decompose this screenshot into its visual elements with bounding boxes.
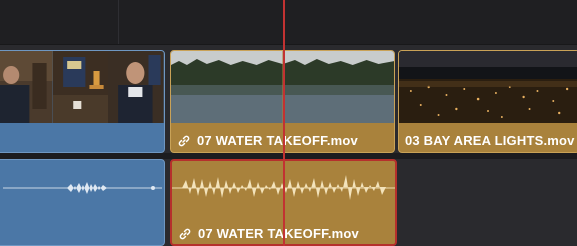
- link-icon: [179, 228, 191, 239]
- interview-clip[interactable]: [0, 50, 165, 153]
- interview-thumbnail-3: [108, 51, 164, 123]
- water-takeoff-thumbnail-1: [171, 51, 283, 123]
- video-track-v1: 07 WATER TAKEOFF.mov 03 BAY AREA LIGHTS.…: [0, 45, 577, 153]
- interview-thumbnails: [0, 51, 164, 123]
- interview-thumbnail-2: [52, 51, 109, 123]
- bay-area-lights-video-label-row: 03 BAY AREA LIGHTS.mov: [405, 133, 575, 148]
- bay-area-lights-thumbnail: [399, 51, 577, 123]
- interview-audio[interactable]: [0, 159, 165, 246]
- timeline-ruler[interactable]: [0, 0, 577, 44]
- water-takeoff-video-label: 07 WATER TAKEOFF.mov: [197, 133, 358, 148]
- water-takeoff-audio-label: 07 WATER TAKEOFF.mov: [198, 226, 359, 241]
- interview-thumbnail-1: [0, 51, 53, 123]
- playhead[interactable]: [283, 0, 285, 246]
- interview-waveform: [3, 182, 162, 194]
- water-takeoff-thumbnail-2: [282, 51, 394, 123]
- link-icon: [178, 135, 190, 146]
- bay-area-lights-thumbnails: [399, 51, 577, 123]
- bay-area-lights-video-label: 03 BAY AREA LIGHTS.mov: [405, 133, 575, 148]
- audio-track-a1: 07 WATER TAKEOFF.mov: [0, 159, 577, 246]
- bay-area-lights-video[interactable]: 03 BAY AREA LIGHTS.mov: [398, 50, 577, 153]
